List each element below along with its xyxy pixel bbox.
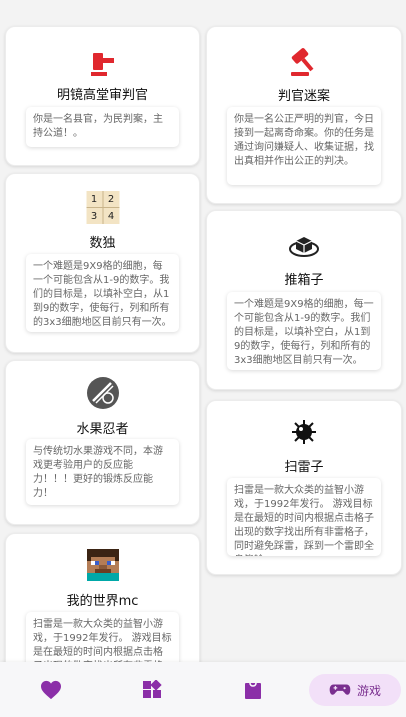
card-description: 一个难题是9X9格的细胞，每一个可能包含从1-9的数字。我们的目标是，以填补空白… [227, 292, 381, 370]
sudoku-cell: 1 [86, 191, 102, 207]
card-description: 扫雷是一款大众类的益智小游戏，于1992年发行。 游戏目标是在最短的时间内根据点… [227, 478, 381, 556]
minecraft-face-icon [86, 549, 119, 581]
card-description: 一个难题是9X9格的细胞，每一个可能包含从1-9的数字。我们的目标是，以填补空白… [26, 254, 179, 332]
sudoku-cell: 4 [103, 208, 119, 224]
card-title: 水果忍者 [76, 422, 129, 437]
bag-icon [245, 682, 261, 699]
game-card-sokoban[interactable]: 推箱子 一个难题是9X9格的细胞，每一个可能包含从1-9的数字。我们的目标是，以… [206, 210, 402, 390]
card-title: 我的世界mc [66, 594, 139, 609]
nav-favorites[interactable] [34, 674, 68, 706]
card-title: 扫雷子 [284, 460, 324, 475]
card-title: 判官迷案 [277, 89, 330, 104]
card-title: 数独 [89, 236, 116, 251]
sudoku-cell: 2 [103, 191, 119, 207]
gamepad-icon [329, 684, 351, 695]
nav-games[interactable]: 游戏 [309, 674, 401, 706]
sudoku-cell: 3 [86, 208, 102, 224]
nav-games-label: 游戏 [356, 683, 381, 698]
sudoku-grid-icon: 1 2 3 4 [86, 191, 119, 224]
box-push-icon [287, 229, 321, 263]
heart-icon [41, 680, 61, 700]
game-card-minesweeper[interactable]: 扫雷子 扫雷是一款大众类的益智小游戏，于1992年发行。 游戏目标是在最短的时间… [206, 400, 402, 575]
game-card-judge-hall[interactable]: 明镜高堂审判官 你是一名县官，为民判案，主持公道！。 [5, 26, 200, 166]
game-card-sudoku[interactable]: 1 2 3 4 数独 一个难题是9X9格的细胞，每一个可能包含从1-9的数字。我… [5, 173, 200, 353]
judge-gavel-icon [287, 45, 321, 79]
fruit-ninja-icon [86, 376, 120, 410]
card-description: 与传统切水果游戏不同，本游戏更考验用户的反应能力！！！更好的锻炼反应能力！ [26, 439, 179, 505]
nav-apps[interactable] [135, 674, 169, 706]
bottom-nav: 游戏 [0, 662, 406, 717]
card-description: 你是一名公正严明的判官，今日接到一起离奇命案。你的任务是通过询问嫌疑人、收集证据… [227, 107, 381, 185]
nav-bag[interactable] [236, 674, 270, 706]
card-description: 你是一名县官，为民判案，主持公道！。 [26, 107, 179, 147]
bomb-icon [287, 415, 321, 449]
gavel-red-icon [86, 47, 120, 81]
game-card-judge-mystery[interactable]: 判官迷案 你是一名公正严明的判官，今日接到一起离奇命案。你的任务是通过询问嫌疑人… [206, 26, 402, 204]
card-title: 明镜高堂审判官 [56, 88, 148, 103]
game-card-fruit-ninja[interactable]: 水果忍者 与传统切水果游戏不同，本游戏更考验用户的反应能力！！！更好的锻炼反应能… [5, 360, 200, 525]
card-title: 推箱子 [284, 273, 324, 288]
apps-grid-icon [143, 680, 162, 698]
